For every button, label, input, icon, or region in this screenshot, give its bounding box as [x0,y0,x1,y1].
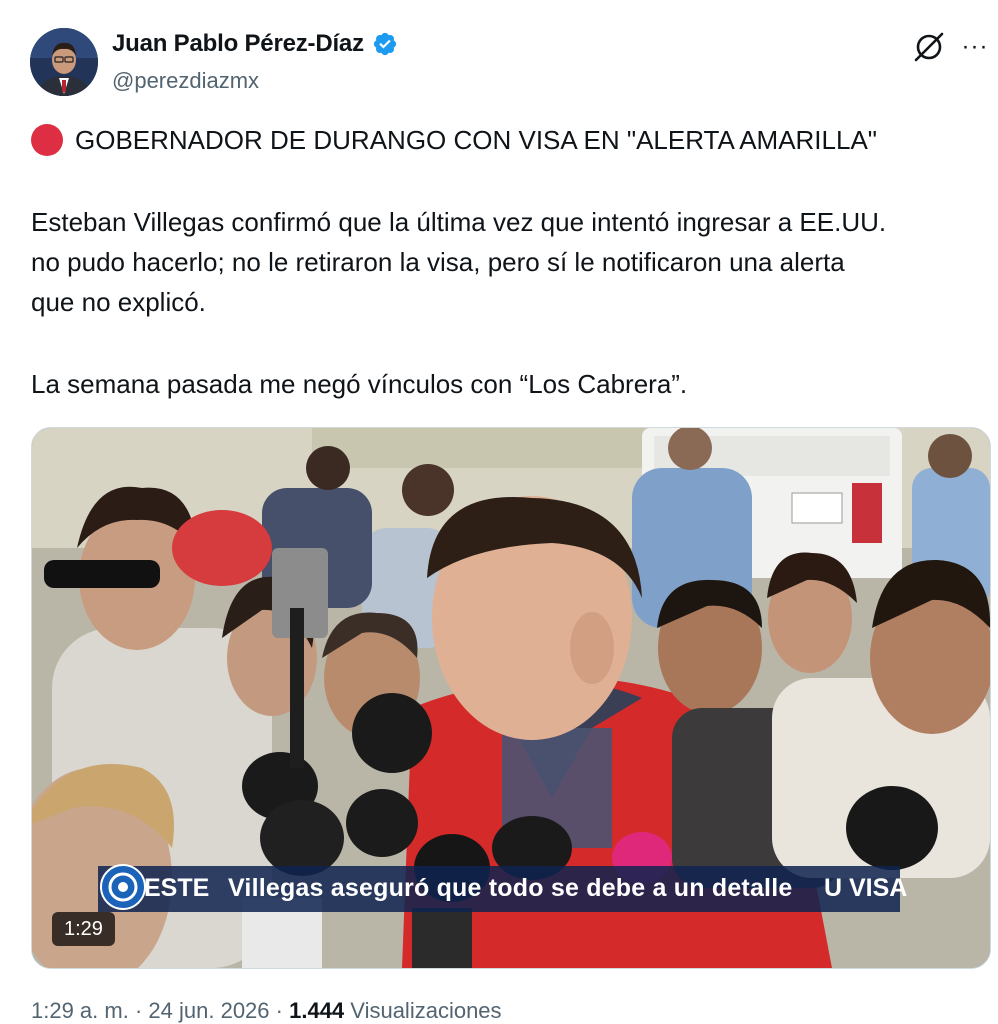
tweet-headline: GOBERNADOR DE DURANGO CON VISA EN "ALERT… [31,120,995,160]
paragraph-line: que no explicó. [31,287,206,317]
verified-badge-icon [372,31,398,57]
tweet-card: Juan Pablo Pérez-Díaz @perezdiazmx ··· G… [0,0,998,1024]
tweet-meta: 1:29 a. m. · 24 jun. 2026 · 1.444 Visual… [31,998,502,1024]
author-name-row[interactable]: Juan Pablo Pérez-Díaz [112,30,398,58]
author-handle[interactable]: @perezdiazmx [112,68,259,94]
paragraph-line: La semana pasada me negó vínculos con “L… [31,369,688,399]
tweet-paragraph-2: La semana pasada me negó vínculos con “L… [31,364,995,404]
video-caption-text: Villegas aseguró que todo se debe a un d… [228,874,793,902]
meta-separator: · [134,998,143,1023]
avatar[interactable] [30,28,98,96]
tweet-date[interactable]: 24 jun. 2026 [148,998,269,1023]
video-duration-badge: 1:29 [52,912,115,946]
caption-right-text: U VISA [824,874,908,902]
views-count: 1.444 [289,998,345,1023]
meta-separator: · [275,998,283,1023]
tweet-paragraph-1: Esteban Villegas confirmó que la última … [31,202,995,322]
views-label: Visualizaciones [350,998,502,1023]
headline-text: GOBERNADOR DE DURANGO CON VISA EN "ALERT… [75,125,878,155]
red-circle-icon [31,124,63,156]
tweet-text: GOBERNADOR DE DURANGO CON VISA EN "ALERT… [31,120,995,404]
grok-icon[interactable] [912,30,946,64]
video-player[interactable]: ESTE Villegas aseguró que todo se debe a… [31,427,991,969]
caption-left-text: ESTE [144,874,210,902]
paragraph-line: no pudo hacerlo; no le retiraron la visa… [31,247,845,277]
author-display-name[interactable]: Juan Pablo Pérez-Díaz [112,30,364,58]
channel-logo-icon [100,864,146,910]
tweet-time[interactable]: 1:29 a. m. [31,998,129,1023]
more-options-icon[interactable]: ··· [960,32,990,62]
paragraph-line: Esteban Villegas confirmó que la última … [31,207,887,237]
